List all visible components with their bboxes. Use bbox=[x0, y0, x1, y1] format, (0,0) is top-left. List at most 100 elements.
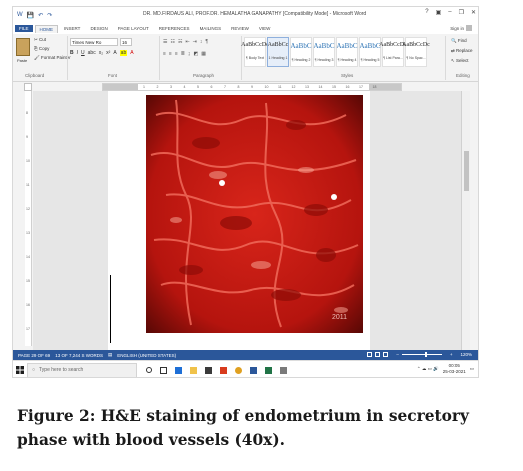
highlight-button[interactable]: ab bbox=[119, 50, 128, 56]
multilevel-button[interactable]: ☵ bbox=[178, 39, 182, 45]
ruler-tick-label: 18 bbox=[372, 85, 377, 89]
tray-icons[interactable]: ⌃ ☁ ▭ 🔊 bbox=[417, 366, 439, 372]
page-count[interactable]: PAGE 29 OF 69 bbox=[18, 353, 50, 358]
notifications-icon[interactable]: ▭ bbox=[470, 366, 474, 372]
restore-icon[interactable]: ❐ bbox=[459, 9, 464, 16]
save-icon[interactable]: 💾 bbox=[27, 12, 34, 19]
bullets-button[interactable]: ☰ bbox=[163, 39, 167, 45]
find-button[interactable]: 🔍 Find bbox=[451, 38, 467, 44]
ribbon-display-icon[interactable]: ▣ bbox=[436, 9, 442, 16]
help-icon[interactable]: ? bbox=[425, 9, 428, 16]
paste-button[interactable]: Paste bbox=[17, 58, 27, 63]
show-marks-button[interactable]: ¶ bbox=[205, 39, 208, 45]
zoom-slider[interactable] bbox=[401, 352, 442, 357]
print-layout-icon[interactable] bbox=[375, 352, 381, 357]
tab-mailings[interactable]: MAILINGS bbox=[196, 25, 226, 32]
tab-selector[interactable] bbox=[24, 83, 32, 91]
tab-view[interactable]: VIEW bbox=[255, 25, 275, 32]
paste-icon[interactable] bbox=[16, 38, 30, 56]
justify-button[interactable]: ≣ bbox=[181, 51, 185, 57]
superscript-button[interactable]: x² bbox=[106, 50, 110, 56]
style-heading-5[interactable]: AaBbC ¶ Heading 5 bbox=[359, 37, 381, 67]
minimize-icon[interactable]: – bbox=[448, 9, 451, 16]
ruler-tick-label: 16 bbox=[345, 85, 350, 89]
tab-file[interactable]: FILE bbox=[15, 25, 33, 32]
numbering-button[interactable]: ☷ bbox=[170, 39, 174, 45]
italic-button[interactable]: I bbox=[77, 50, 78, 56]
subscript-button[interactable]: x₂ bbox=[99, 50, 103, 56]
font-color-button[interactable]: A bbox=[130, 50, 133, 56]
increase-indent-button[interactable]: ⇥ bbox=[193, 39, 197, 45]
store-icon[interactable] bbox=[205, 366, 212, 374]
style-sample: AaBbC bbox=[336, 42, 358, 50]
select-button[interactable]: ↖ Select bbox=[451, 58, 469, 64]
ruler-tick-label: 2 bbox=[156, 85, 159, 89]
taskbar: ○ Type here to search ⌃ ☁ ▭ 🔊 00:05 25-0… bbox=[13, 360, 478, 378]
style-heading-1[interactable]: AaBbCc 1 Heading 1 bbox=[267, 37, 289, 67]
word-icon[interactable] bbox=[250, 366, 257, 374]
text-effects-button[interactable]: A bbox=[113, 50, 116, 56]
borders-button[interactable]: ▦ bbox=[201, 51, 206, 57]
chrome-icon[interactable] bbox=[235, 366, 242, 374]
style-body-text[interactable]: AaBbCcDc ¶ Body Text bbox=[241, 37, 269, 67]
strikethrough-button[interactable]: abc bbox=[88, 50, 96, 56]
redo-icon[interactable]: ↷ bbox=[47, 12, 52, 19]
scrollbar-thumb[interactable] bbox=[464, 151, 469, 191]
language[interactable]: ENGLISH (UNITED STATES) bbox=[117, 353, 176, 358]
align-right-button[interactable]: ≡ bbox=[175, 51, 178, 57]
document-page[interactable]: 2011 bbox=[108, 91, 370, 350]
sign-in[interactable]: Sign in bbox=[450, 25, 472, 31]
font-size-select[interactable]: 16 bbox=[120, 38, 132, 46]
undo-icon[interactable]: ↶ bbox=[38, 12, 43, 19]
horizontal-ruler[interactable]: 1 2 3 4 5 6 7 8 9 10 11 12 13 14 15 16 17 18 bbox=[102, 83, 402, 91]
tab-page-layout[interactable]: PAGE LAYOUT bbox=[114, 25, 153, 32]
shading-button[interactable]: ◩ bbox=[193, 51, 198, 57]
task-view-icon[interactable] bbox=[160, 366, 167, 374]
tab-review[interactable]: REVIEW bbox=[227, 25, 253, 32]
office-icon[interactable] bbox=[220, 366, 227, 374]
sign-in-label: Sign in bbox=[450, 25, 464, 31]
windows-start-icon[interactable] bbox=[13, 361, 27, 378]
replace-button[interactable]: ⇄ Replace bbox=[451, 48, 473, 54]
underline-button[interactable]: U bbox=[81, 50, 85, 56]
close-icon[interactable]: ✕ bbox=[471, 9, 476, 16]
tab-insert[interactable]: INSERT bbox=[60, 25, 84, 32]
tab-home[interactable]: HOME bbox=[34, 24, 59, 33]
zoom-out-icon[interactable]: – bbox=[396, 352, 399, 357]
vertical-ruler[interactable]: 8 9 10 11 12 13 14 15 16 17 bbox=[25, 91, 32, 346]
app-icon[interactable] bbox=[280, 366, 287, 374]
read-mode-icon[interactable] bbox=[367, 352, 373, 357]
web-layout-icon[interactable] bbox=[383, 352, 389, 357]
tab-references[interactable]: REFERENCES bbox=[155, 25, 194, 32]
cortana-icon[interactable] bbox=[146, 367, 152, 373]
align-left-button[interactable]: ≡ bbox=[163, 51, 166, 57]
taskbar-search[interactable]: ○ Type here to search bbox=[27, 362, 137, 377]
bold-button[interactable]: B bbox=[70, 50, 74, 56]
histology-image[interactable]: 2011 bbox=[146, 95, 363, 333]
style-no-spacing[interactable]: AaBbCcDc ¶ No Spac... bbox=[402, 37, 430, 67]
word-count[interactable]: 13 OF 7,244 S WORDS bbox=[55, 353, 103, 358]
cut-button[interactable]: ✂ Cut bbox=[34, 37, 46, 43]
style-heading-2[interactable]: AaBbC ¶ Heading 2 bbox=[290, 37, 312, 67]
excel-icon[interactable] bbox=[265, 366, 272, 374]
edge-icon[interactable] bbox=[175, 366, 182, 374]
sort-button[interactable]: ↕ bbox=[200, 39, 203, 45]
copy-button[interactable]: ⎘ Copy bbox=[34, 46, 49, 51]
style-heading-3[interactable]: AaBbC ¶ Heading 3 bbox=[313, 37, 335, 67]
zoom-slider-knob[interactable] bbox=[425, 352, 428, 357]
file-explorer-icon[interactable] bbox=[190, 366, 197, 374]
zoom-in-icon[interactable]: + bbox=[450, 352, 453, 357]
line-spacing-button[interactable]: ↨ bbox=[188, 51, 191, 57]
style-heading-4[interactable]: AaBbC ¶ Heading 4 bbox=[336, 37, 358, 67]
style-list-paragraph[interactable]: AaBbCcDc ¶ List Para... bbox=[379, 37, 407, 67]
font-name-select[interactable]: Times New Ro bbox=[70, 38, 118, 46]
proofing-icon[interactable]: ▤ bbox=[108, 352, 112, 358]
format-painter-button[interactable]: 🖌 Format Painter bbox=[34, 55, 71, 61]
align-center-button[interactable]: ≡ bbox=[169, 51, 172, 57]
decrease-indent-button[interactable]: ⇤ bbox=[185, 39, 189, 45]
document-area[interactable]: 2011 bbox=[33, 91, 470, 350]
clock[interactable]: 00:05 25-03-2021 bbox=[443, 363, 466, 375]
tab-design[interactable]: DESIGN bbox=[86, 25, 111, 32]
vertical-scrollbar[interactable] bbox=[461, 91, 470, 350]
zoom-level[interactable]: 120% bbox=[460, 352, 472, 357]
